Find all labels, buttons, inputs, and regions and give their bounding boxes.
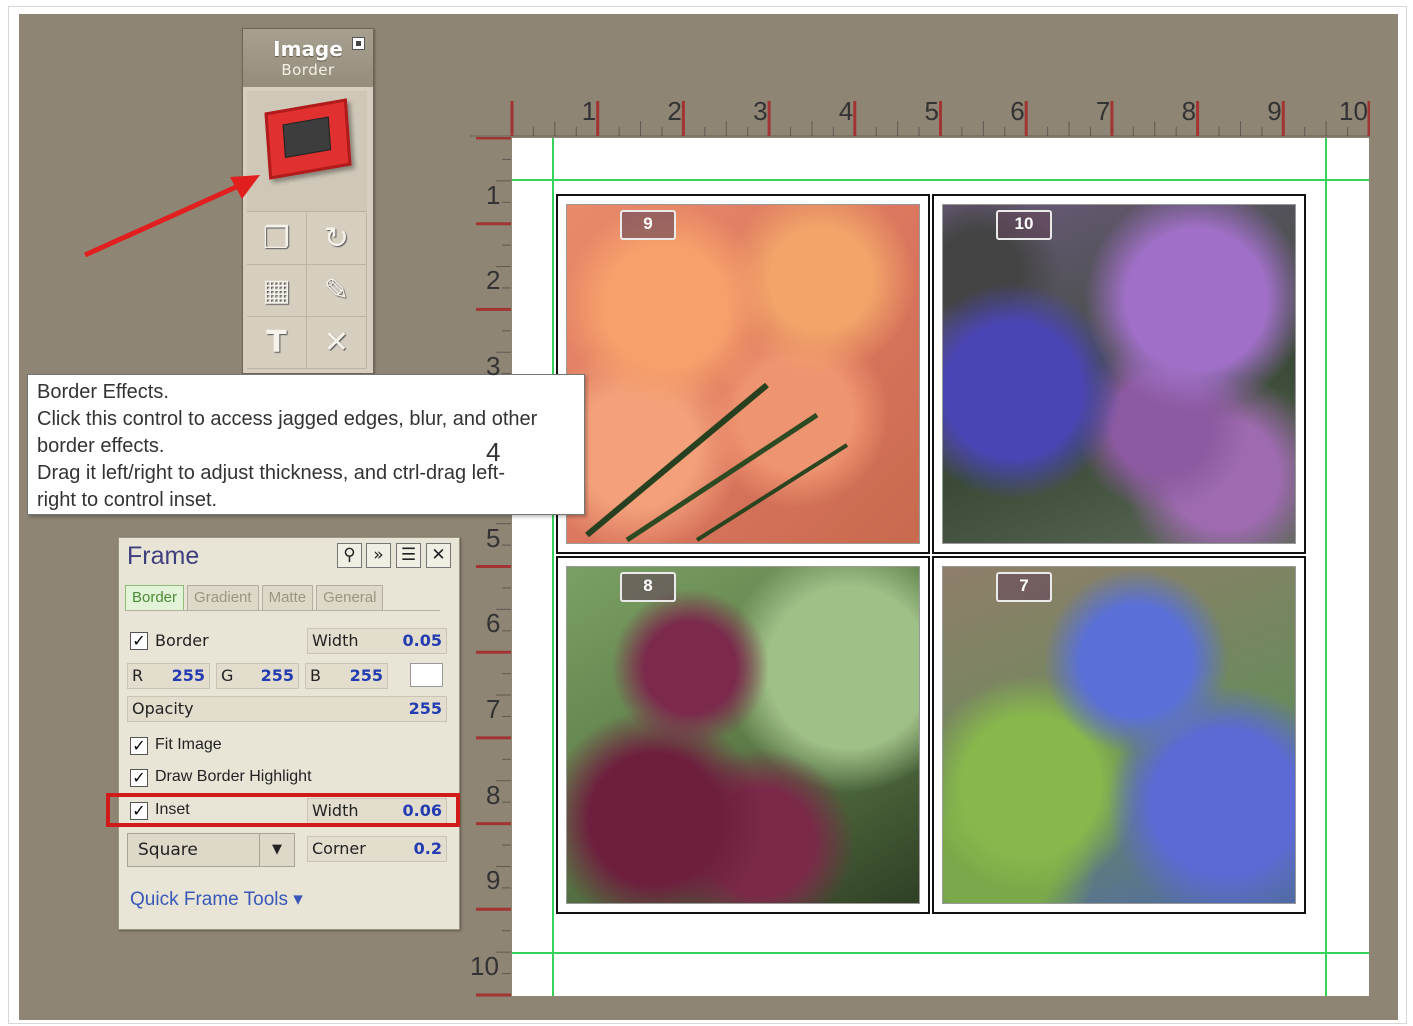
close-icon[interactable]: ✕: [426, 543, 451, 568]
color-swatch[interactable]: [410, 663, 443, 687]
draw-border-highlight-checkbox[interactable]: ✓: [130, 769, 148, 787]
guide-vertical-left[interactable]: [552, 138, 554, 996]
blue-label: B: [310, 666, 321, 685]
photo-image: [942, 566, 1296, 904]
ruler-top-label: 9: [1267, 96, 1282, 126]
photo-image: [942, 204, 1296, 544]
menu-icon[interactable]: ☰: [396, 543, 421, 568]
image-palette-header[interactable]: Image Border: [243, 29, 373, 87]
ruler-left-label: 3: [486, 351, 501, 382]
tab-gradient[interactable]: Gradient: [187, 585, 259, 611]
photo-cell[interactable]: 7: [932, 556, 1306, 914]
ruler-top-label: 3: [753, 96, 768, 126]
corner-label: Corner: [312, 839, 366, 858]
opacity-label: Opacity: [132, 699, 194, 718]
quick-frame-tools-link[interactable]: Quick Frame Tools ▾: [130, 888, 303, 911]
draw-border-highlight-label: Draw Border Highlight: [155, 768, 312, 785]
border-width-field[interactable]: Width 0.05: [307, 628, 447, 654]
ruler-left-label: 6: [486, 608, 501, 639]
corner-value: 0.2: [413, 839, 442, 858]
pin-icon[interactable]: ⚲: [337, 543, 362, 568]
blue-value: 255: [349, 666, 383, 685]
blue-field[interactable]: B 255: [305, 663, 388, 689]
opacity-field[interactable]: Opacity 255: [127, 696, 447, 722]
ruler-top-label: 10: [1339, 96, 1368, 126]
guide-horizontal-bottom[interactable]: [512, 952, 1369, 954]
photo-cell[interactable]: 10: [932, 194, 1306, 554]
ruler-left-label: 5: [486, 522, 501, 553]
ruler-left-label: 7: [486, 693, 501, 724]
expand-icon[interactable]: »: [366, 543, 391, 568]
ruler-left-label: 8: [486, 779, 501, 810]
border-checkbox[interactable]: ✓: [130, 632, 148, 650]
photo-number-badge: 7: [996, 572, 1052, 602]
fit-image-checkbox[interactable]: ✓: [130, 737, 148, 755]
frame-panel-title: Frame: [127, 542, 200, 570]
ruler-top-label: 2: [667, 96, 682, 126]
shape-value: Square: [138, 840, 198, 860]
green-value: 255: [260, 666, 294, 685]
frame-tabs: Border Gradient Matte General: [125, 585, 386, 611]
red-value: 255: [171, 666, 205, 685]
palette-subtitle: Border: [281, 61, 335, 79]
opacity-value: 255: [408, 699, 442, 718]
tooltip-line: Border Effects.: [37, 381, 169, 403]
green-label: G: [221, 666, 234, 685]
ruler-left-label: 9: [486, 865, 501, 896]
shape-dropdown[interactable]: Square ▼: [127, 833, 295, 867]
ruler-top-label: 5: [924, 96, 939, 126]
text-icon[interactable]: T: [247, 317, 307, 369]
ruler-left-label: 10: [470, 951, 499, 981]
wrench-icon[interactable]: ✎: [307, 265, 367, 317]
ruler-top-ticks: [470, 101, 1371, 137]
ruler-left-label: 2: [486, 265, 501, 296]
tab-general[interactable]: General: [316, 585, 384, 611]
tooltip-line: Click this control to access jagged edge…: [37, 408, 538, 430]
tab-matte[interactable]: Matte: [261, 585, 314, 611]
photo-cell[interactable]: 9: [556, 194, 930, 554]
fit-image-label: Fit Image: [155, 736, 222, 753]
tooltip-line: right to control inset.: [37, 489, 218, 511]
frame-panel: Frame ⚲ » ☰ ✕ Border Gradient Matte Gene…: [118, 537, 460, 930]
photo-number-badge: 10: [996, 210, 1052, 240]
ruler-top-label: 7: [1095, 96, 1111, 126]
ruler-left-label: 4: [486, 436, 501, 467]
red-field[interactable]: R 255: [127, 663, 210, 689]
green-field[interactable]: G 255: [216, 663, 299, 689]
inset-highlight-annotation: [106, 793, 460, 827]
guide-vertical-right[interactable]: [1325, 138, 1327, 996]
leaf-lines: [585, 382, 849, 543]
corner-field[interactable]: Corner 0.2: [307, 836, 447, 862]
border-effect-icon: [264, 98, 352, 180]
chevron-down-icon[interactable]: ▼: [259, 834, 294, 866]
red-label: R: [132, 666, 144, 685]
guide-horizontal-top[interactable]: [512, 179, 1369, 181]
grid-icon[interactable]: ▦: [247, 265, 307, 317]
border-width-value: 0.05: [402, 631, 442, 650]
tab-divider: [125, 610, 440, 611]
rotate-icon[interactable]: ↻: [307, 213, 367, 265]
ruler-left-label: 1: [486, 179, 501, 210]
ruler-top-label: 6: [1010, 96, 1025, 126]
annotation-arrow: [83, 175, 260, 258]
ruler-top[interactable]: [470, 95, 1371, 137]
photo-cell[interactable]: 8: [556, 556, 930, 914]
photo-number-badge: 8: [620, 572, 676, 602]
ruler-top-label: 1: [581, 96, 597, 126]
palette-close-icon[interactable]: [352, 37, 365, 50]
border-width-label: Width: [312, 631, 359, 650]
border-effects-tooltip: Border Effects. Click this control to ac…: [27, 374, 585, 515]
photo-image: [566, 204, 920, 544]
border-label: Border: [155, 631, 209, 650]
ruler-top-label: 8: [1181, 96, 1197, 126]
delete-icon[interactable]: ✕: [307, 317, 367, 369]
ruler-top-label: 4: [838, 96, 854, 126]
photo-image: [566, 566, 920, 904]
border-label-field: Border: [150, 628, 290, 654]
tab-border[interactable]: Border: [125, 585, 185, 611]
photo-number-badge: 9: [620, 210, 676, 240]
